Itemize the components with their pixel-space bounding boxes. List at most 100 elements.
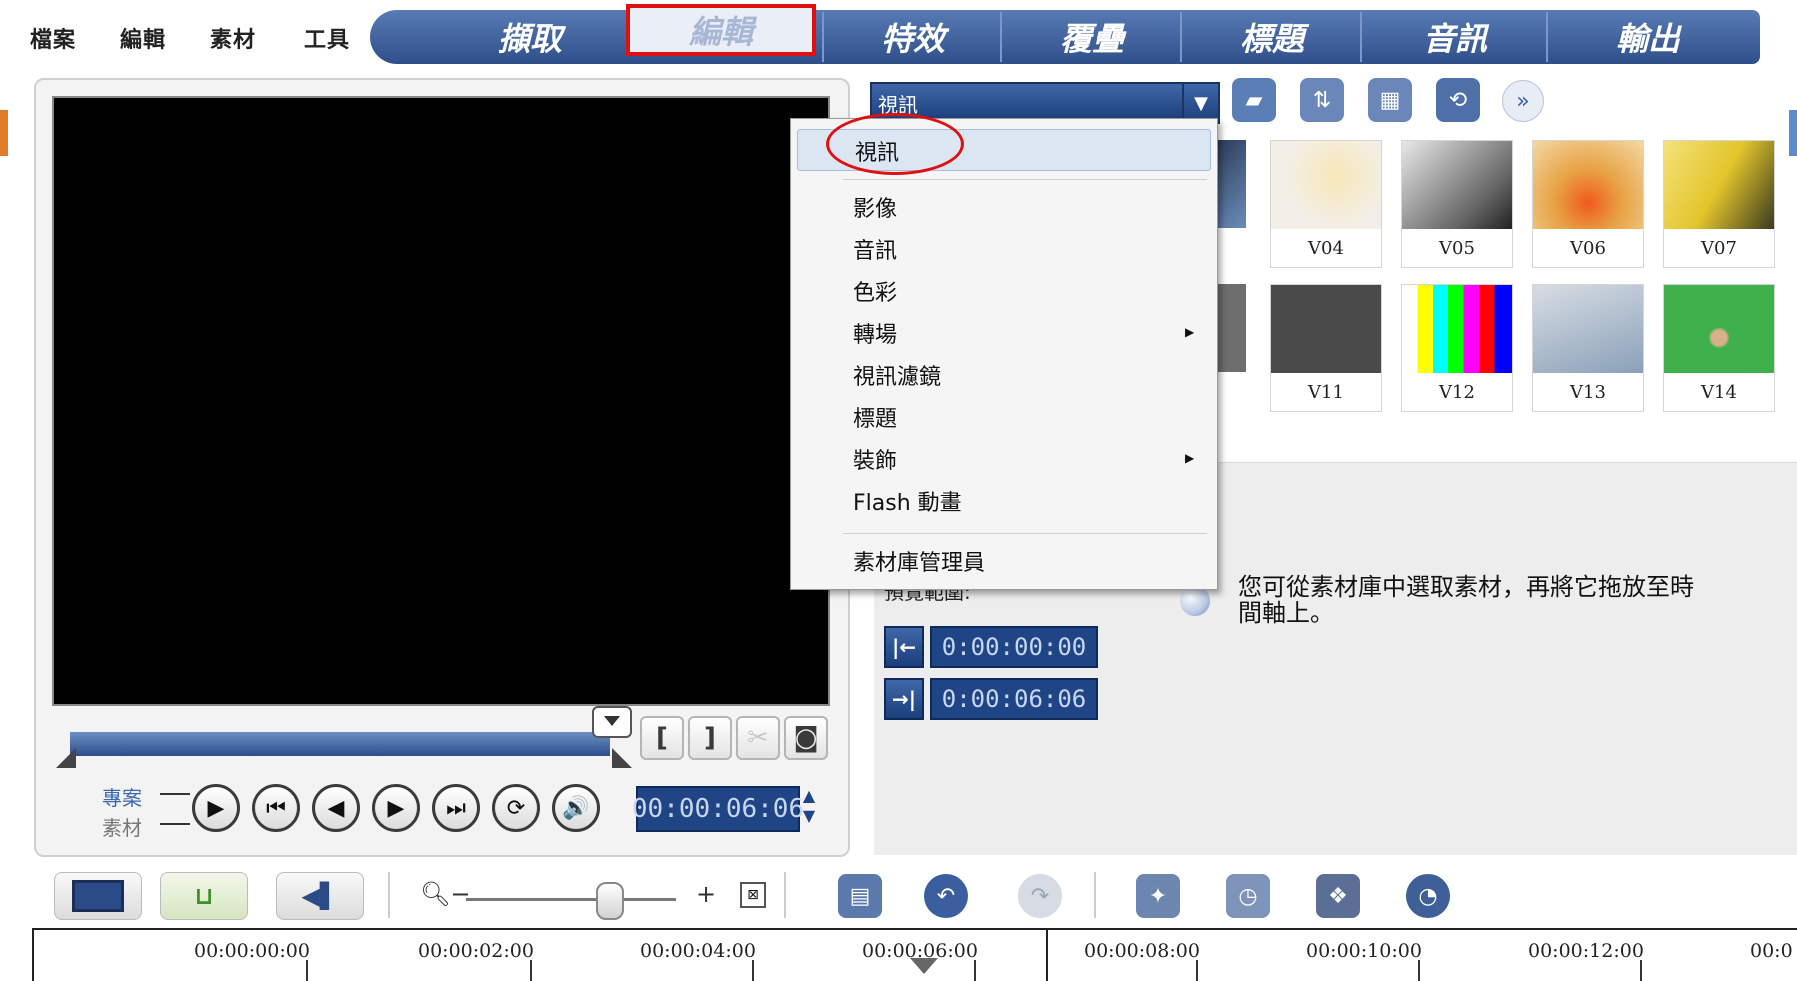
library-category-dropdown: 視訊 影像 音訊 色彩 轉場 ▶ 視訊濾鏡 標題 裝飾 ▶ Flash 動畫 素… — [790, 118, 1218, 590]
thumbnail-partial[interactable] — [1216, 140, 1246, 228]
tab-share[interactable]: 輸出 — [1546, 12, 1748, 62]
annotation-highlight-oval — [826, 113, 964, 175]
zoom-in-icon[interactable]: + — [696, 880, 716, 908]
thumbnail-label: V13 — [1570, 381, 1606, 403]
tab-effects[interactable]: 特效 — [822, 12, 1002, 62]
mode-clip[interactable]: 素材 — [102, 812, 142, 841]
tab-title[interactable]: 標題 — [1180, 12, 1362, 62]
scrubber-handle[interactable] — [592, 706, 632, 738]
next-frame-icon[interactable]: ▶ — [372, 784, 420, 832]
undo-icon[interactable]: ↶ — [924, 874, 968, 918]
dropdown-item-color[interactable]: 色彩 — [853, 275, 897, 307]
play-icon[interactable]: ▶ — [192, 784, 240, 832]
trim-end-handle[interactable] — [612, 748, 632, 768]
storyboard-view-icon[interactable] — [54, 872, 142, 920]
scrub-progress[interactable] — [70, 732, 610, 756]
ruler-label: 00:00:02:00 — [418, 940, 534, 962]
thumbnail-label: V07 — [1701, 237, 1737, 259]
audio-view-icon[interactable]: ◀▌ — [276, 872, 364, 920]
menu-file[interactable]: 檔案 — [30, 22, 76, 54]
menu-clip[interactable]: 素材 — [210, 22, 256, 54]
goto-end-icon[interactable]: →| — [884, 678, 924, 720]
mark-in-button[interactable]: [ — [640, 716, 684, 760]
cut-clip-icon[interactable]: ✂ — [736, 716, 780, 760]
dropdown-item-video-filter[interactable]: 視訊濾鏡 — [853, 359, 941, 391]
thumbnail-image — [1402, 141, 1512, 229]
slide-edge-accent-right — [1789, 110, 1797, 156]
folder-icon[interactable]: ▰ — [1232, 78, 1276, 122]
trim-start-handle[interactable] — [56, 748, 76, 768]
timeline-ruler[interactable]: 00:00:00:00 00:00:02:00 00:00:04:00 00:0… — [32, 928, 1797, 981]
tip-bulb-icon — [1180, 586, 1210, 616]
thumbnail-image — [1271, 285, 1381, 373]
toolbar-divider — [388, 872, 390, 918]
clip-refresh-icon[interactable]: ⟲ — [1436, 78, 1480, 122]
thumbnail-v13[interactable]: V13 — [1532, 284, 1644, 412]
menu-tools[interactable]: 工具 — [304, 22, 350, 54]
mode-connector — [160, 793, 190, 795]
thumbnail-label: V04 — [1308, 237, 1344, 259]
ruler-tick — [1196, 960, 1198, 981]
zoom-slider-track[interactable] — [466, 898, 676, 901]
repeat-icon[interactable]: ⟳ — [492, 784, 540, 832]
thumbnail-image — [1271, 141, 1381, 229]
thumbnail-image — [1664, 141, 1774, 229]
thumbnail-v07[interactable]: V07 — [1663, 140, 1775, 268]
smart-proxy-icon[interactable]: ✦ — [1136, 874, 1180, 918]
menu-edit[interactable]: 編輯 — [120, 22, 166, 54]
fit-project-icon[interactable]: ⊠ — [740, 882, 766, 908]
surround-sound-icon[interactable]: ◔ — [1406, 874, 1450, 918]
end-icon[interactable]: ⏭ — [432, 784, 480, 832]
redo-icon[interactable]: ↷ — [1018, 874, 1062, 918]
thumbnail-v05[interactable]: V05 — [1401, 140, 1513, 268]
dropdown-item-decoration[interactable]: 裝飾 — [853, 443, 897, 475]
thumbnail-v14[interactable]: V14 — [1663, 284, 1775, 412]
dropdown-item-audio[interactable]: 音訊 — [853, 233, 897, 265]
thumbnail-image — [1533, 285, 1643, 373]
zoom-out-icon[interactable]: 🔍︎− — [420, 880, 471, 908]
expand-icon[interactable]: » — [1502, 80, 1544, 122]
thumbnail-label: V05 — [1439, 237, 1475, 259]
zoom-slider-thumb[interactable] — [596, 882, 624, 920]
preview-timecode[interactable]: 00:00:06:06 — [632, 786, 804, 832]
dropdown-item-flash[interactable]: Flash 動畫 — [853, 485, 962, 517]
batch-convert-icon[interactable]: ❖ — [1316, 874, 1360, 918]
dropdown-item-transition[interactable]: 轉場 — [853, 317, 897, 349]
thumbnail-v11[interactable]: V11 — [1270, 284, 1382, 412]
sort-icon[interactable]: ⇅ — [1300, 78, 1344, 122]
snapshot-icon[interactable]: ◙ — [784, 716, 828, 760]
tab-edit[interactable]: 編輯 — [626, 4, 816, 56]
goto-start-icon[interactable]: |← — [884, 626, 924, 668]
dropdown-item-library-manager[interactable]: 素材庫管理員 — [853, 545, 985, 577]
timecode-spinner-icon[interactable]: ▲ ▼ — [798, 786, 820, 830]
trim-start-timecode[interactable]: 0:00:00:00 — [930, 626, 1098, 668]
thumbnail-label: V06 — [1570, 237, 1606, 259]
thumbnail-label: V14 — [1701, 381, 1737, 403]
tab-overlay[interactable]: 覆疊 — [1000, 12, 1182, 62]
toolbar-divider — [784, 872, 786, 918]
thumbnail-partial[interactable] — [1216, 284, 1246, 372]
tab-capture[interactable]: 擷取 — [440, 12, 620, 62]
previous-frame-icon[interactable]: ◀ — [312, 784, 360, 832]
storyboard-glyph — [72, 880, 124, 912]
insert-media-icon[interactable]: ▤ — [838, 874, 882, 918]
volume-icon[interactable]: 🔊 — [552, 784, 600, 832]
thumbnail-image — [1402, 285, 1512, 373]
thumbnail-image — [1664, 285, 1774, 373]
thumbnail-v04[interactable]: V04 — [1270, 140, 1382, 268]
timeline-clock-icon[interactable]: ◷ — [1226, 874, 1270, 918]
timeline-glyph: ⊔ — [194, 882, 214, 910]
playhead-marker[interactable] — [910, 958, 938, 974]
home-icon[interactable]: ⏮ — [252, 784, 300, 832]
ruler-tick — [974, 960, 976, 981]
mode-project[interactable]: 專案 — [102, 782, 142, 811]
dropdown-item-title[interactable]: 標題 — [853, 401, 897, 433]
thumbnail-v06[interactable]: V06 — [1532, 140, 1644, 268]
mark-out-button[interactable]: ] — [688, 716, 732, 760]
trim-end-timecode[interactable]: 0:00:06:06 — [930, 678, 1098, 720]
timeline-view-icon[interactable]: ⊔ — [160, 872, 248, 920]
tab-audio[interactable]: 音訊 — [1360, 12, 1548, 62]
dropdown-item-image[interactable]: 影像 — [853, 191, 897, 223]
view-options-icon[interactable]: ▦ — [1368, 78, 1412, 122]
thumbnail-v12[interactable]: V12 — [1401, 284, 1513, 412]
